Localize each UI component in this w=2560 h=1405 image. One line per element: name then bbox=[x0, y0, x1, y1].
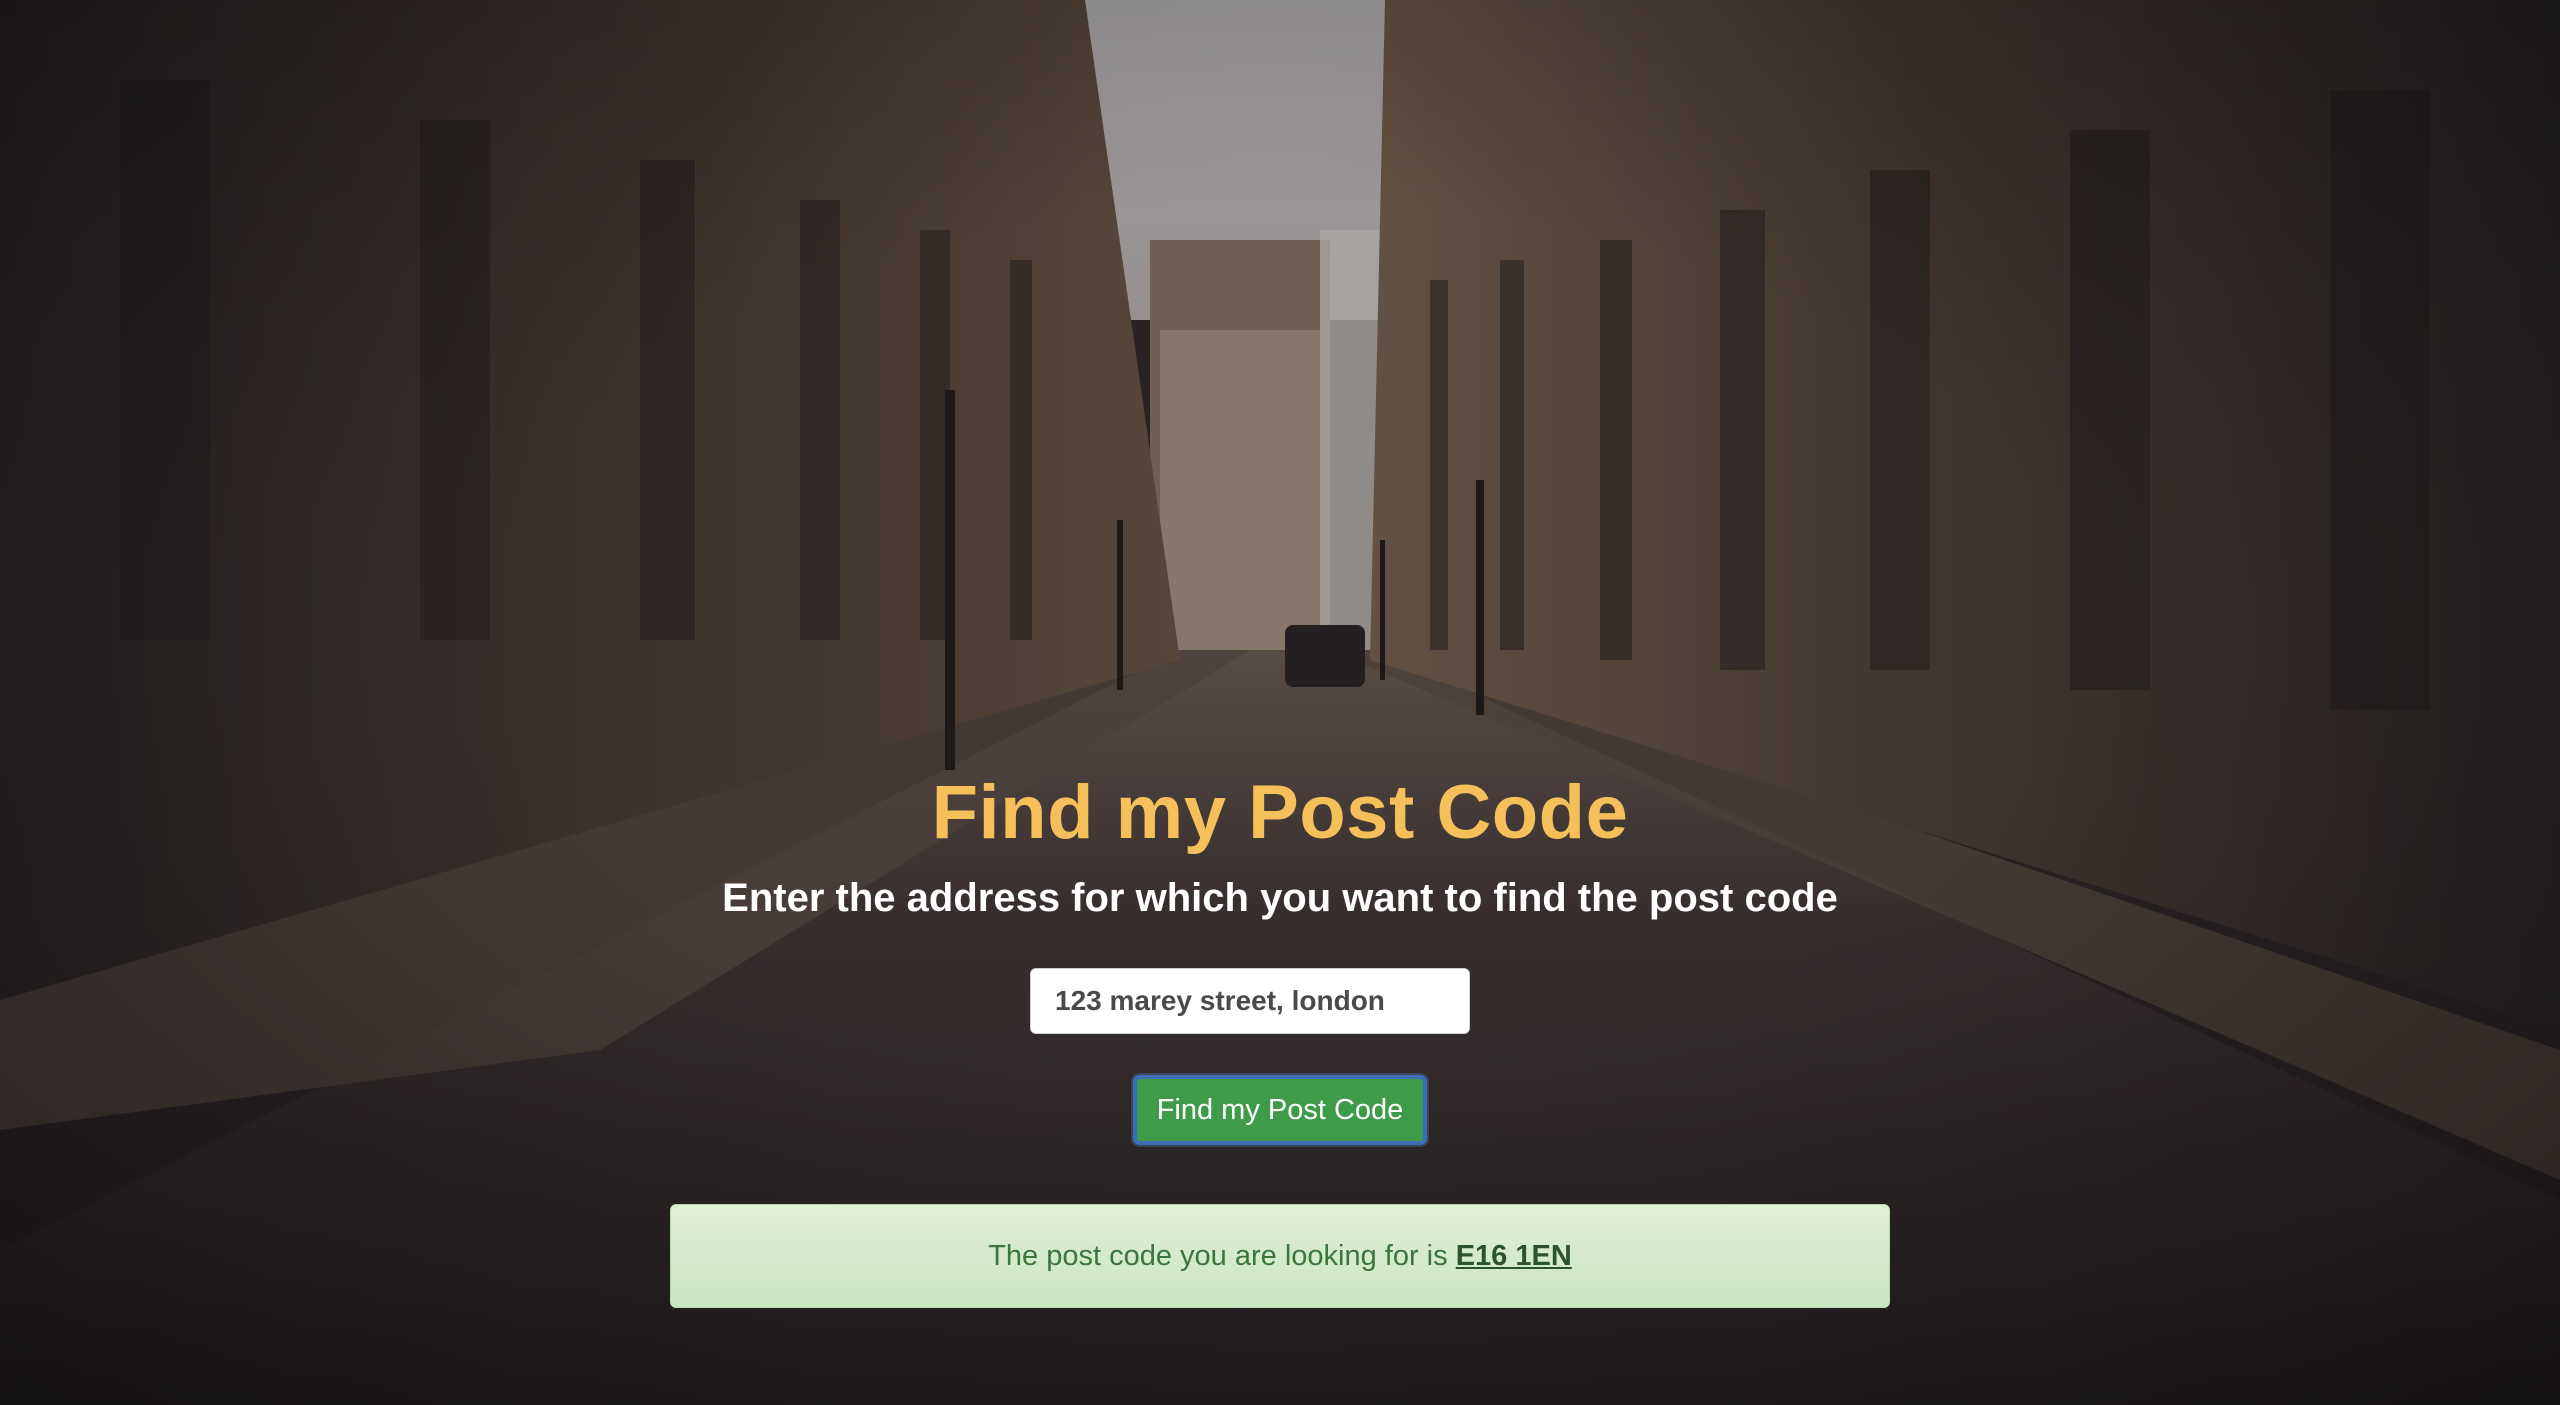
page-subtitle: Enter the address for which you want to … bbox=[722, 876, 1838, 920]
find-post-code-button[interactable]: Find my Post Code bbox=[1133, 1075, 1427, 1145]
result-message: The post code you are looking for is bbox=[988, 1240, 1448, 1272]
page-root: Find my Post Code Enter the address for … bbox=[0, 0, 2560, 1405]
postcode-result-link[interactable]: E16 1EN bbox=[1456, 1240, 1572, 1272]
page-title: Find my Post Code bbox=[931, 770, 1629, 855]
address-input[interactable] bbox=[1030, 968, 1470, 1034]
main-content: Find my Post Code Enter the address for … bbox=[0, 0, 2560, 1405]
result-alert: The post code you are looking for is E16… bbox=[670, 1204, 1890, 1308]
